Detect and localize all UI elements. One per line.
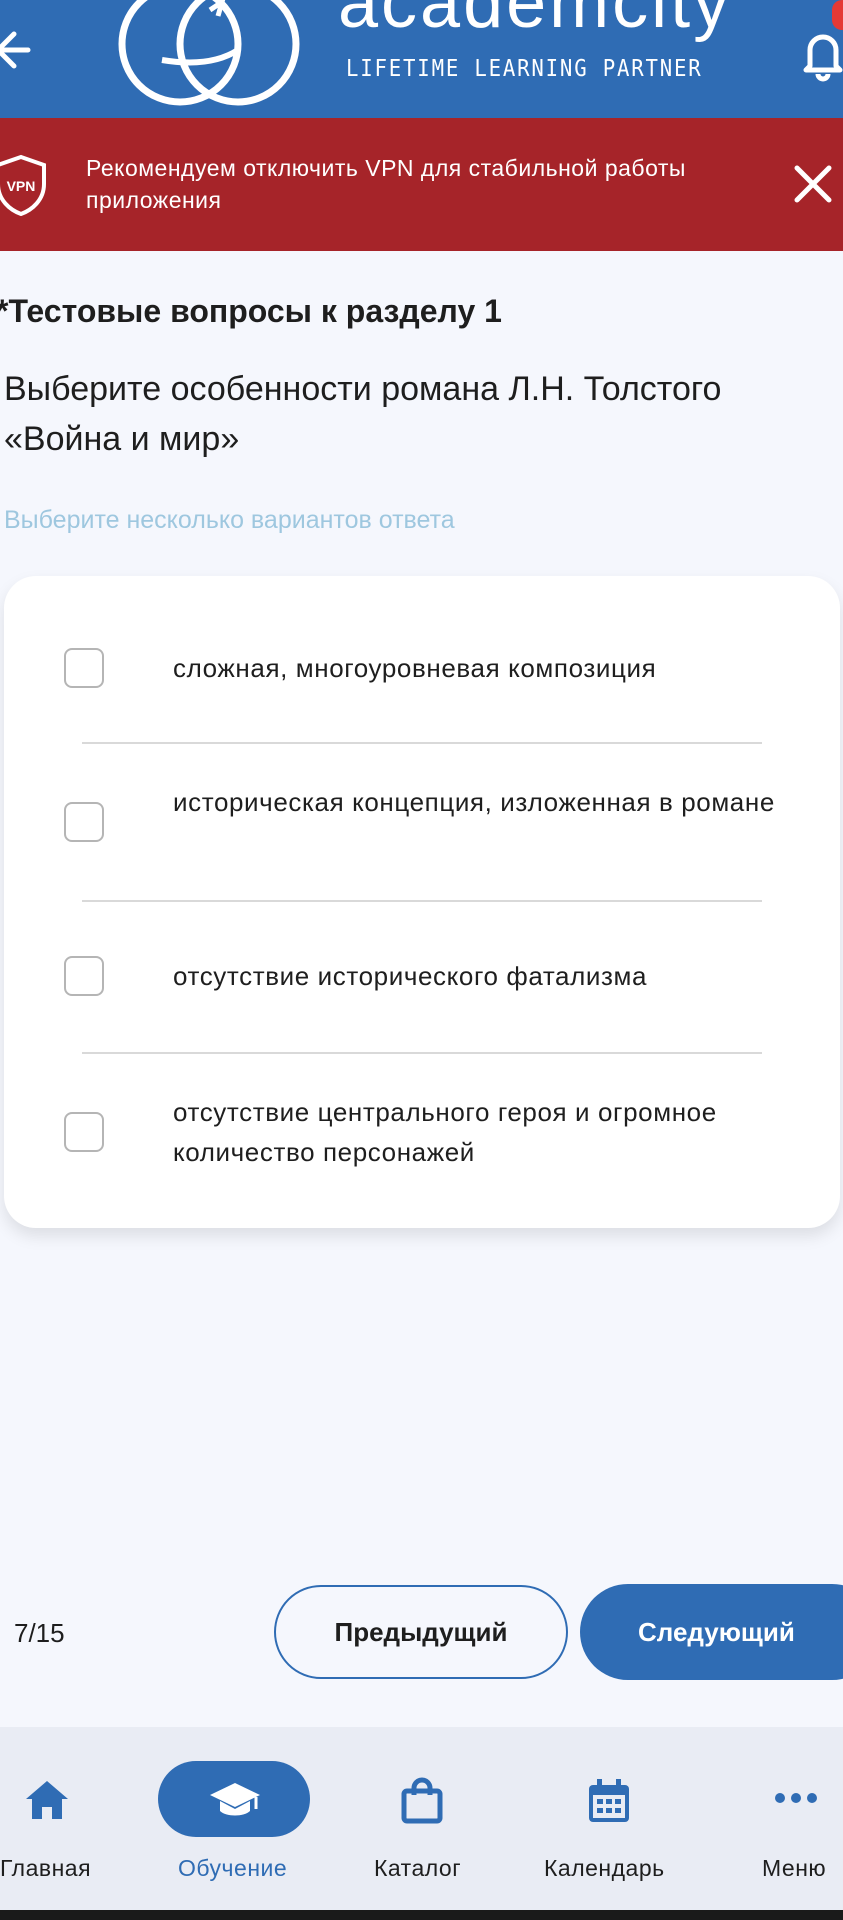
answer-options-card: сложная, многоуровневая композиция истор… — [4, 576, 840, 1228]
notification-badge — [832, 0, 843, 30]
calendar-icon — [589, 1779, 629, 1822]
nav-item-menu[interactable]: Меню — [750, 1727, 843, 1910]
question-text: Выберите особенности романа Л.Н. Толстог… — [4, 370, 722, 458]
nav-item-calendar[interactable]: Календарь — [544, 1727, 724, 1910]
option-divider — [82, 900, 762, 902]
nav-label: Меню — [762, 1855, 827, 1881]
brand-name: academcity — [338, 0, 733, 43]
more-dots-icon — [775, 1793, 817, 1803]
answer-option-label: отсутствие исторического фатализма — [173, 961, 648, 991]
next-button[interactable]: Следующий — [580, 1584, 843, 1680]
home-icon — [26, 1781, 68, 1819]
answer-option-label: отсутствие центрального героя и огромное… — [173, 1097, 717, 1167]
notification-bell-icon[interactable] — [798, 22, 843, 82]
nav-label: Календарь — [544, 1855, 665, 1881]
vpn-warning-banner: VPN Рекомендуем отключить VPN для стабил… — [0, 118, 843, 251]
answer-checkbox[interactable] — [64, 802, 104, 842]
graduation-cap-icon — [210, 1783, 260, 1816]
question-counter: 7/15 — [14, 1618, 65, 1648]
academcity-logo-icon — [118, 0, 300, 106]
answer-checkbox[interactable] — [64, 1112, 104, 1152]
nav-label: Обучение — [178, 1855, 288, 1881]
app-header: academcity LIFETIME LEARNING PARTNER — [0, 0, 843, 118]
answer-checkbox[interactable] — [64, 648, 104, 688]
nav-label: Каталог — [374, 1855, 462, 1881]
answer-option[interactable]: историческая концепция, изложенная в ром… — [4, 756, 840, 896]
answer-checkbox[interactable] — [64, 956, 104, 996]
answer-hint: Выберите несколько вариантов ответа — [4, 506, 455, 534]
option-divider — [82, 742, 762, 744]
nav-item-catalog[interactable]: Каталог — [372, 1727, 552, 1910]
nav-label: Главная — [0, 1855, 92, 1881]
svg-text:VPN: VPN — [7, 178, 36, 194]
answer-option-label: сложная, многоуровневая композиция — [173, 653, 657, 683]
bottom-navigation: Главная Обучение Каталог Календарь Меню — [0, 1727, 843, 1910]
option-divider — [82, 1052, 762, 1054]
nav-item-home[interactable]: Главная — [0, 1727, 180, 1910]
back-arrow-icon[interactable] — [0, 22, 34, 78]
answer-option[interactable]: сложная, многоуровневая композиция — [4, 608, 840, 728]
shopping-bag-icon — [401, 1777, 443, 1824]
answer-option[interactable]: отсутствие исторического фатализма — [4, 916, 840, 1046]
brand-tagline: LIFETIME LEARNING PARTNER — [346, 56, 703, 82]
previous-button[interactable]: Предыдущий — [274, 1585, 568, 1679]
answer-option[interactable]: отсутствие центрального героя и огромное… — [4, 1066, 840, 1216]
answer-option-label: историческая концепция, изложенная в ром… — [173, 787, 775, 817]
vpn-shield-icon: VPN — [0, 154, 46, 216]
vpn-warning-text: Рекомендуем отключить VPN для стабильной… — [86, 155, 686, 213]
section-title: *Тестовые вопросы к разделу 1 — [0, 293, 502, 329]
nav-item-learning[interactable]: Обучение — [158, 1727, 338, 1910]
close-icon[interactable] — [793, 164, 833, 204]
system-gesture-bar — [0, 1910, 843, 1920]
